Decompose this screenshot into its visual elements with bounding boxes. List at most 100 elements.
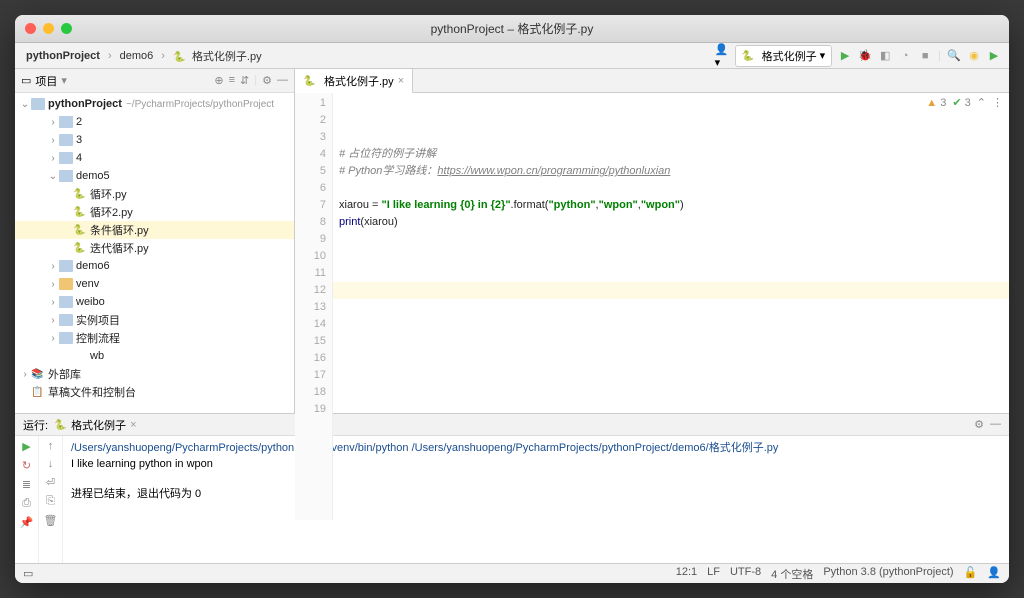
run-button[interactable]: ▶ — [838, 49, 852, 63]
titlebar[interactable]: pythonProject – 格式化例子.py — [15, 15, 1009, 43]
run-config-selector[interactable]: 格式化例子 ▾ — [735, 45, 833, 67]
collapse-all-icon[interactable]: ⇵ — [240, 74, 249, 87]
status-encoding[interactable]: UTF-8 — [730, 566, 761, 582]
main-toolbar: pythonProject › demo6 › 格式化例子.py 👤▾ 格式化例… — [15, 43, 1009, 69]
project-view-icon[interactable]: ▭ — [21, 74, 31, 87]
gear-icon[interactable]: ⚙ — [262, 74, 272, 87]
gutter[interactable]: 12345678910111213141516171819 — [295, 93, 333, 520]
breadcrumb-file[interactable]: 格式化例子.py — [189, 47, 265, 65]
close-run-tab-icon[interactable]: × — [130, 419, 136, 431]
tree-item[interactable]: 条件循环.py — [15, 221, 294, 239]
breadcrumb-folder[interactable]: demo6 — [117, 49, 157, 63]
debug-button[interactable]: 🐞 — [858, 49, 872, 63]
rerun-button[interactable]: ▶ — [22, 440, 30, 453]
tree-item[interactable]: ›控制流程 — [15, 329, 294, 347]
tree-item-label: 实例项目 — [76, 312, 120, 328]
chevron-down-icon[interactable]: ▾ — [61, 74, 67, 87]
tree-item[interactable]: 迭代循环.py — [15, 239, 294, 257]
tree-item[interactable]: ›4 — [15, 149, 294, 167]
expand-icon[interactable]: › — [47, 279, 59, 290]
run-tab-label[interactable]: 格式化例子 — [71, 417, 126, 433]
user-icon[interactable]: 👤▾ — [715, 43, 729, 69]
scroll-icon[interactable]: ⎘ — [46, 495, 55, 508]
layout-icon[interactable]: ≣ — [22, 478, 31, 491]
tree-item[interactable]: ⌄demo5 — [15, 167, 294, 185]
tree-item-label: 2 — [76, 116, 82, 128]
lock-icon[interactable]: 🔓 — [964, 566, 978, 582]
expand-icon[interactable]: › — [19, 369, 31, 380]
expand-icon[interactable]: ⌃ — [977, 95, 986, 112]
tree-root[interactable]: ⌄ pythonProject ~/PycharmProjects/python… — [15, 95, 294, 113]
tree-item[interactable]: ›weibo — [15, 293, 294, 311]
folder-icon — [31, 98, 45, 110]
expand-all-icon[interactable]: ≡ — [229, 74, 235, 87]
stop-button[interactable]: ■ — [918, 49, 932, 63]
coverage-button[interactable]: ◧ — [878, 49, 892, 63]
search-icon[interactable]: 🔍 — [947, 49, 961, 63]
tree-item[interactable]: › 实例项目 — [15, 311, 294, 329]
folder-o-icon — [59, 278, 73, 290]
tree-item[interactable]: ›demo6 — [15, 257, 294, 275]
tree-item[interactable]: ›3 — [15, 131, 294, 149]
profile-button[interactable]: ◔ — [898, 49, 912, 63]
tree-item[interactable]: wb — [15, 347, 294, 365]
code-area[interactable]: 12345678910111213141516171819 # 占位符的例子讲解… — [295, 93, 1009, 520]
tree-scratches[interactable]: 草稿文件和控制台 — [15, 383, 294, 401]
expand-icon[interactable]: › — [47, 261, 59, 272]
maximize-icon[interactable] — [61, 23, 72, 34]
expand-icon[interactable]: › — [47, 117, 59, 128]
editor-tab[interactable]: 格式化例子.py × — [295, 69, 413, 93]
settings-icon[interactable]: ◉ — [967, 49, 981, 63]
tree-item[interactable]: ›2 — [15, 113, 294, 131]
select-opened-icon[interactable]: ⊕ — [214, 74, 223, 87]
close-tab-icon[interactable]: × — [398, 75, 404, 87]
expand-icon[interactable]: ⌄ — [19, 99, 31, 110]
inspection-icon[interactable]: 👤 — [987, 566, 1001, 582]
status-eol[interactable]: LF — [707, 566, 720, 582]
up-icon[interactable]: ↑ — [48, 440, 54, 452]
expand-icon[interactable]: › — [47, 135, 59, 146]
status-cursor-pos[interactable]: 12:1 — [676, 566, 697, 582]
filter-icon[interactable]: ⎙ — [22, 497, 31, 510]
py-icon — [73, 224, 87, 236]
scratch-icon — [31, 386, 45, 398]
breadcrumb-project[interactable]: pythonProject — [23, 49, 103, 63]
stop-button[interactable]: ↻ — [22, 459, 31, 472]
folder-icon — [59, 152, 73, 164]
tree-item[interactable]: 循环2.py — [15, 203, 294, 221]
expand-icon[interactable]: › — [47, 153, 59, 164]
run-label: 运行: — [23, 417, 48, 433]
folder-icon — [59, 170, 73, 182]
close-icon[interactable] — [25, 23, 36, 34]
pin-icon[interactable]: 📌 — [20, 516, 34, 529]
more-icon[interactable]: ⋮ — [992, 95, 1003, 112]
run-anything-icon[interactable]: ▶ — [987, 49, 1001, 63]
expand-icon[interactable]: › — [47, 333, 59, 344]
project-tree[interactable]: ⌄ pythonProject ~/PycharmProjects/python… — [15, 93, 294, 413]
checks-count[interactable]: 3 — [952, 95, 970, 112]
trash-icon[interactable]: 🗑 — [44, 514, 58, 527]
tree-item[interactable]: ›venv — [15, 275, 294, 293]
down-icon[interactable]: ↓ — [48, 458, 54, 470]
python-file-icon — [742, 50, 756, 62]
status-indent[interactable]: 4 个空格 — [771, 566, 813, 582]
expand-icon[interactable]: › — [47, 315, 59, 326]
status-interpreter[interactable]: Python 3.8 (pythonProject) — [823, 566, 953, 582]
ide-window: pythonProject – 格式化例子.py pythonProject ›… — [15, 15, 1009, 583]
tree-item[interactable]: 循环.py — [15, 185, 294, 203]
folder-icon — [59, 134, 73, 146]
sidebar-title[interactable]: 项目 — [35, 73, 57, 89]
code-content[interactable]: # 占位符的例子讲解# Python学习路线：https://www.wpon.… — [333, 93, 1009, 520]
tree-external-libs[interactable]: › 外部库 — [15, 365, 294, 383]
wrap-icon[interactable]: ⏎ — [46, 476, 55, 489]
breadcrumb[interactable]: pythonProject › demo6 › 格式化例子.py — [23, 47, 265, 65]
minimize-icon[interactable] — [43, 23, 54, 34]
status-event-log-icon[interactable]: ▭ — [23, 567, 33, 580]
tree-item-label: 3 — [76, 134, 82, 146]
external-libs-label: 外部库 — [48, 366, 81, 382]
py-icon — [73, 242, 87, 254]
expand-icon[interactable]: ⌄ — [47, 171, 59, 182]
warnings-count[interactable]: 3 — [926, 95, 946, 112]
hide-icon[interactable]: — — [277, 74, 288, 87]
expand-icon[interactable]: › — [47, 297, 59, 308]
